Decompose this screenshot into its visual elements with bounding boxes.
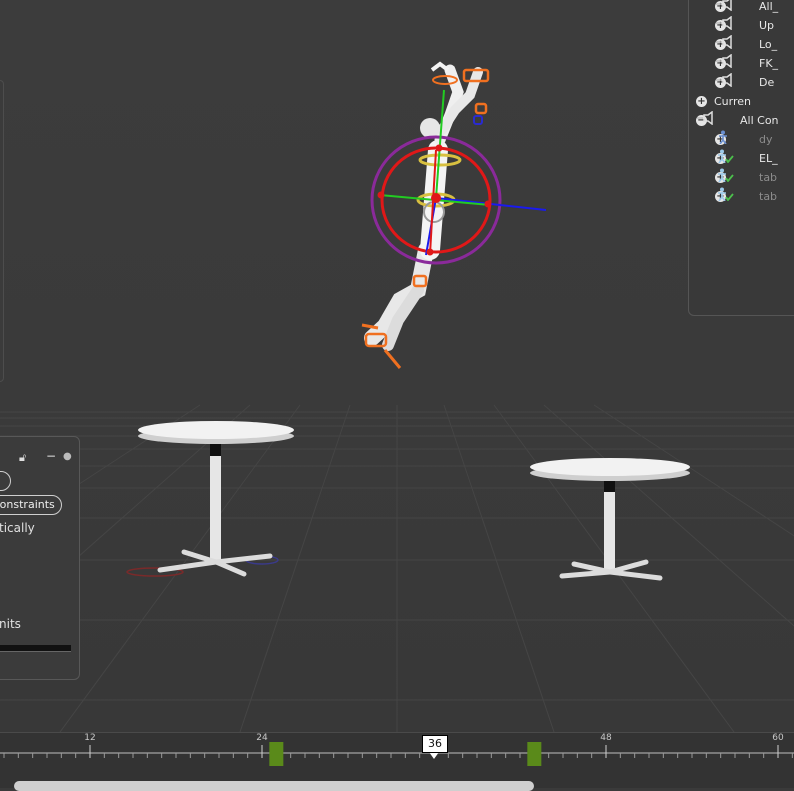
figure-icon	[719, 130, 753, 146]
floor-grid	[0, 404, 794, 732]
outliner-row-label: FK_	[759, 56, 779, 70]
outliner-panel: + All_ + Up + Lo_ + FK_ + De + Curren − All Con + dy + EL…	[688, 0, 794, 316]
units-label: nits	[0, 617, 21, 631]
outliner-row[interactable]: + Up	[715, 16, 774, 34]
keyframe-marker	[269, 742, 284, 766]
outliner-row[interactable]: − All Con	[696, 111, 779, 129]
outliner-row-label: tab	[759, 189, 778, 203]
speaker-icon	[716, 0, 753, 13]
outliner-row[interactable]: + All_	[715, 0, 778, 15]
speaker-icon	[716, 73, 753, 89]
auto-option-text: tically	[0, 521, 35, 535]
outliner-row-label: tab	[759, 170, 778, 184]
keyframe-marker	[527, 742, 542, 766]
character-rig[interactable]	[361, 61, 547, 369]
constraint-panel: 🔓︎ − ● Constraints tically nits	[0, 436, 80, 680]
outliner-row-label: Lo_	[759, 37, 778, 51]
figure-check-icon	[718, 149, 753, 165]
outliner-row[interactable]: + Lo_	[715, 35, 777, 53]
lock-icon[interactable]: 🔓︎	[19, 451, 26, 465]
outliner-row[interactable]: + Curren	[696, 92, 751, 110]
pill-button-top[interactable]	[0, 471, 11, 491]
outliner-row[interactable]: + tab	[715, 187, 777, 205]
figure-check-icon	[718, 187, 753, 203]
current-frame-indicator[interactable]: 36	[422, 735, 448, 753]
outliner-row-label: Curren	[714, 94, 752, 108]
table-left[interactable]	[126, 421, 294, 577]
units-slider[interactable]	[0, 645, 71, 652]
expand-icon[interactable]: +	[696, 95, 707, 107]
outliner-row-label: dy	[759, 132, 773, 146]
outliner-row-label: De	[759, 75, 775, 89]
speaker-icon	[716, 54, 753, 70]
sphere-icon[interactable]: ●	[63, 451, 72, 462]
timeline-tick-label: 24	[256, 733, 268, 743]
outliner-row[interactable]: + dy	[715, 130, 773, 148]
playhead-marker	[429, 752, 439, 759]
figure-check-icon	[718, 168, 753, 184]
minus-button[interactable]: −	[46, 449, 56, 463]
speaker-icon	[716, 35, 753, 51]
outliner-row[interactable]: + De	[715, 73, 774, 91]
outliner-row[interactable]: + EL_	[715, 149, 778, 167]
speaker-icon	[697, 111, 734, 127]
outliner-row-label: Up	[759, 18, 775, 32]
3d-viewport[interactable]: 🔓︎ − ● Constraints tically nits +All_+Up…	[0, 0, 794, 732]
outliner-row[interactable]: + tab	[715, 168, 777, 186]
timeline-tick-label: 60	[772, 733, 784, 743]
outliner-row-label: All_	[759, 0, 779, 13]
outliner-row[interactable]: + FK_	[715, 54, 778, 72]
outliner-row-label: All Con	[740, 113, 779, 127]
left-panel-top-frame	[0, 80, 4, 382]
outliner-row-label: EL_	[759, 151, 778, 165]
speaker-icon	[716, 16, 753, 32]
timeline-ruler[interactable]	[0, 733, 794, 788]
timeline-tick-label: 48	[600, 733, 612, 743]
constraints-button[interactable]: Constraints	[0, 495, 62, 515]
timeline-tick-label: 12	[84, 733, 96, 743]
timeline-scrollbar[interactable]	[14, 781, 534, 791]
timeline[interactable]: 12 24 48 60 36	[0, 732, 794, 791]
scene-canvas[interactable]	[0, 0, 794, 732]
